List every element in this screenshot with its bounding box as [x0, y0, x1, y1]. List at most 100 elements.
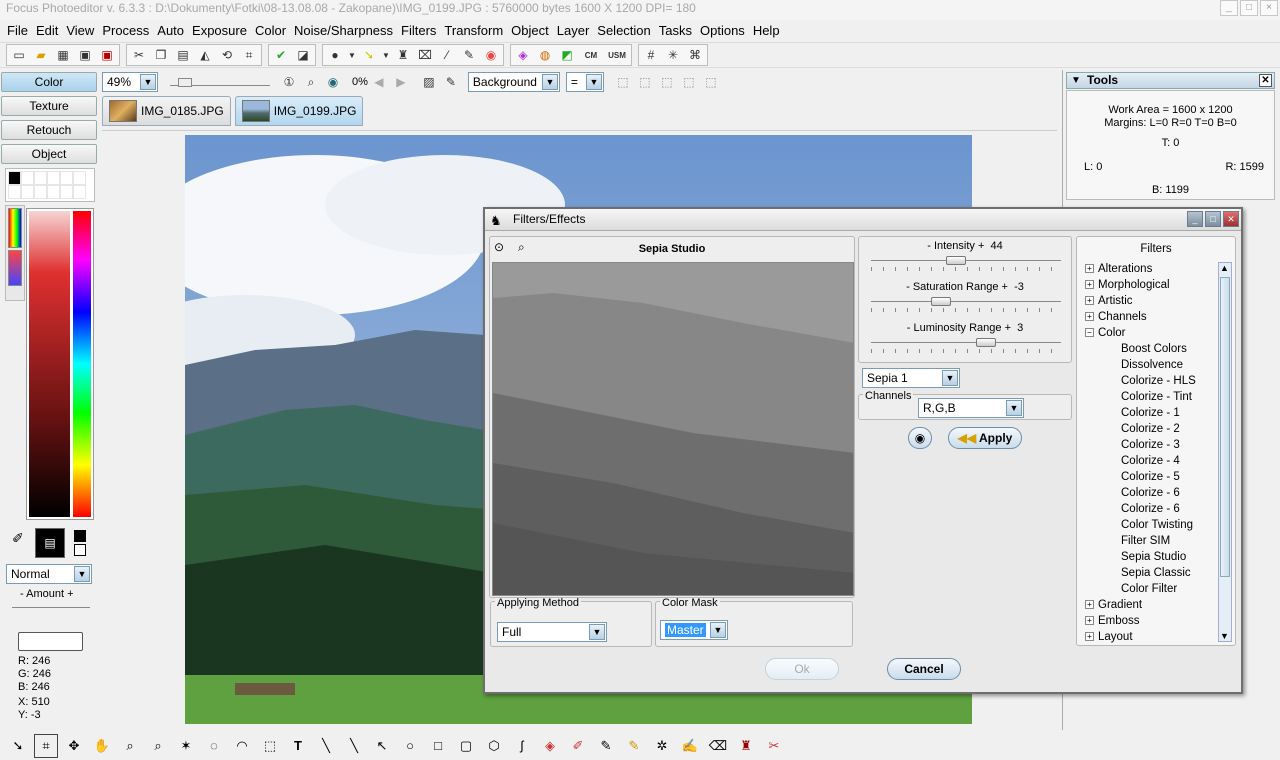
- retouch-icon[interactable]: ✂: [762, 734, 786, 758]
- swap-black-icon[interactable]: [74, 530, 86, 542]
- cut-icon[interactable]: ✂: [128, 45, 150, 65]
- apply-button[interactable]: ◀◀ Apply: [948, 427, 1022, 449]
- filter-tree-item[interactable]: + Artistic: [1081, 293, 1219, 309]
- palette-icon[interactable]: ◩: [556, 45, 578, 65]
- filter-tree-item[interactable]: Colorize - 1: [1081, 405, 1219, 421]
- grid2-icon[interactable]: #: [640, 45, 662, 65]
- doc-tab-2[interactable]: IMG_0199.JPG: [234, 96, 364, 126]
- arrow-icon[interactable]: ▼: [346, 45, 358, 65]
- maximize-icon[interactable]: □: [1240, 0, 1258, 16]
- chevron-down-icon[interactable]: ▼: [541, 74, 558, 90]
- doc-tab-1[interactable]: IMG_0185.JPG: [102, 96, 231, 126]
- curve-icon[interactable]: ʃ: [510, 734, 534, 758]
- hue-bar[interactable]: [73, 211, 91, 517]
- levels-icon[interactable]: ◪: [292, 45, 314, 65]
- close-icon[interactable]: ×: [1260, 0, 1278, 16]
- swatch[interactable]: [73, 171, 86, 185]
- ok-button[interactable]: Ok: [765, 658, 839, 680]
- crop-tool-icon[interactable]: ⌗: [34, 733, 58, 758]
- usm-icon[interactable]: USM: [604, 45, 630, 65]
- filter-tree-item[interactable]: Colorize - HLS: [1081, 373, 1219, 389]
- circle-icon[interactable]: ●: [324, 45, 346, 65]
- filter-tree-item[interactable]: Colorize - 6: [1081, 501, 1219, 517]
- menu-selection[interactable]: Selection: [593, 21, 654, 41]
- freehand-icon[interactable]: ◠: [230, 734, 254, 758]
- lasso-zoom-icon[interactable]: ⌕: [146, 734, 170, 758]
- spectrum-mode-icon[interactable]: [8, 208, 22, 248]
- filter-tree-item[interactable]: Sepia Classic: [1081, 565, 1219, 581]
- line-icon[interactable]: ╲: [342, 734, 366, 758]
- zoom-slider[interactable]: [170, 78, 270, 87]
- chevron-down-icon[interactable]: ▼: [1006, 400, 1022, 416]
- menu-filters[interactable]: Filters: [397, 21, 440, 41]
- wand-icon[interactable]: ⁄: [436, 45, 458, 65]
- paste-icon[interactable]: ▤: [172, 45, 194, 65]
- rotate-icon[interactable]: ⟲: [216, 45, 238, 65]
- smudge-icon[interactable]: ✍: [678, 734, 702, 758]
- swatch[interactable]: [21, 171, 34, 185]
- zoom-actual-icon[interactable]: ①: [278, 72, 300, 92]
- zoom-fit-icon[interactable]: ⌕: [300, 72, 322, 92]
- saturation-slider-knob[interactable]: [930, 297, 951, 306]
- rect-select-icon[interactable]: ⬚: [258, 734, 282, 758]
- cancel-button[interactable]: Cancel: [887, 658, 961, 680]
- image-icon[interactable]: ▨: [418, 72, 440, 92]
- select-rect-icon[interactable]: ⬚: [612, 72, 634, 92]
- color-swatches[interactable]: [5, 168, 95, 202]
- menu-edit[interactable]: Edit: [32, 21, 62, 41]
- menu-process[interactable]: Process: [98, 21, 153, 41]
- zoom-combo[interactable]: 49% ▼: [102, 72, 158, 92]
- hexagon-icon[interactable]: ⬡: [482, 734, 506, 758]
- filter-tree-item[interactable]: + Layout: [1081, 629, 1219, 643]
- menu-auto[interactable]: Auto: [153, 21, 188, 41]
- menu-layer[interactable]: Layer: [553, 21, 594, 41]
- swatch[interactable]: [73, 185, 86, 199]
- side-tab-retouch[interactable]: Retouch: [1, 120, 97, 140]
- ellipse-icon[interactable]: ○: [398, 734, 422, 758]
- intensity-slider-knob[interactable]: [945, 256, 966, 265]
- eyedropper-icon[interactable]: ✐: [12, 530, 24, 547]
- swatch[interactable]: [8, 185, 21, 199]
- back-icon[interactable]: ◀: [368, 72, 390, 92]
- chevron-down-icon[interactable]: ▼: [942, 370, 958, 386]
- curves-icon[interactable]: ◍: [534, 45, 556, 65]
- selection-icon[interactable]: ⌧: [414, 45, 436, 65]
- expand-icon[interactable]: +: [1085, 280, 1094, 290]
- menu-transform[interactable]: Transform: [440, 21, 507, 41]
- network-icon[interactable]: ⌘: [684, 45, 706, 65]
- clone-icon[interactable]: ✲: [650, 734, 674, 758]
- airbrush-icon[interactable]: ✎: [622, 734, 646, 758]
- new-icon[interactable]: ▭: [8, 45, 30, 65]
- filter-tree-item[interactable]: Color Filter: [1081, 581, 1219, 597]
- pencil-icon[interactable]: ✐: [566, 734, 590, 758]
- collapse-icon[interactable]: −: [1085, 328, 1094, 338]
- filter-tree-item[interactable]: Boost Colors: [1081, 341, 1219, 357]
- scroll-up-icon[interactable]: ▲: [1220, 263, 1229, 273]
- expand-icon[interactable]: +: [1085, 616, 1094, 626]
- filter-tree-item[interactable]: Colorize - 3: [1081, 437, 1219, 453]
- swatch[interactable]: [60, 185, 73, 199]
- save-icon[interactable]: ▣: [96, 45, 118, 65]
- filter-tree-item[interactable]: Colorize - 5: [1081, 469, 1219, 485]
- menu-color[interactable]: Color: [251, 21, 290, 41]
- chevron-down-icon[interactable]: ▼: [140, 74, 156, 90]
- lasso-icon[interactable]: ◌: [202, 734, 226, 758]
- preview-image[interactable]: [492, 262, 854, 596]
- select-magic-icon[interactable]: ✶: [174, 734, 198, 758]
- filter-tree-item[interactable]: Colorize - 6: [1081, 485, 1219, 501]
- swatch[interactable]: [60, 171, 73, 185]
- saturation-slider[interactable]: [871, 294, 1061, 312]
- filter-tree-item[interactable]: Sepia Studio: [1081, 549, 1219, 565]
- chevron-down-icon[interactable]: ▼: [585, 74, 602, 90]
- layer-combo[interactable]: Background ▼: [467, 72, 560, 92]
- open-icon[interactable]: ▰: [30, 45, 52, 65]
- luminosity-slider[interactable]: [871, 335, 1061, 353]
- rectangle-icon[interactable]: □: [426, 734, 450, 758]
- pointer-icon[interactable]: ➘: [6, 734, 30, 758]
- tree-scrollbar[interactable]: ▲ ▼: [1218, 262, 1232, 642]
- filter-tree-item[interactable]: Colorize - 2: [1081, 421, 1219, 437]
- scroll-down-icon[interactable]: ▼: [1220, 631, 1229, 641]
- filter-tree-item[interactable]: + Gradient: [1081, 597, 1219, 613]
- select-add-icon[interactable]: ⬚: [634, 72, 656, 92]
- side-tab-texture[interactable]: Texture: [1, 96, 97, 116]
